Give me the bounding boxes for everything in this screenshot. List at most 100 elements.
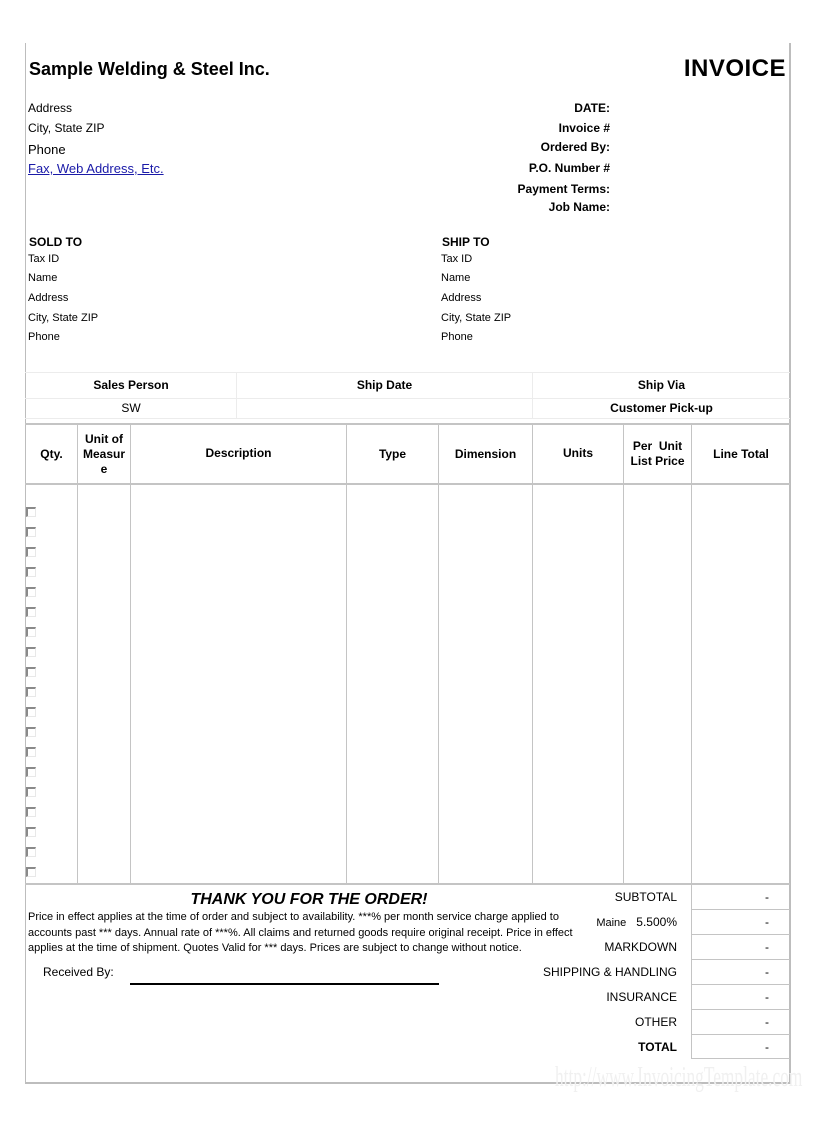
row-checkbox[interactable] [26, 627, 36, 637]
company-name: Sample Welding & Steel Inc. [29, 59, 270, 79]
column-header-dimension[interactable]: Dimension [439, 425, 532, 483]
column-divider [623, 424, 624, 884]
row-checkbox[interactable] [26, 527, 36, 537]
column-header-description[interactable]: Description [131, 425, 346, 481]
price-line-2: List Price [630, 454, 685, 468]
tax-rate[interactable]: 5.500% [636, 915, 677, 929]
row-checkbox[interactable] [26, 567, 36, 577]
tax-value[interactable]: - [692, 915, 789, 929]
row-checkbox[interactable] [26, 667, 36, 677]
column-divider [130, 424, 131, 884]
column-header-per-unit-list-price[interactable]: Per Unit List Price [624, 425, 691, 483]
received-by-label: Received By: [43, 965, 114, 979]
ship-to-name: Name [441, 272, 471, 284]
row-checkbox[interactable] [26, 767, 36, 777]
ordered-by-label: Ordered By: [540, 140, 610, 154]
ship-to-address: Address [441, 292, 482, 304]
ship-to-city: City, State ZIP [441, 312, 512, 324]
tax-row: Maine 5.500% [440, 915, 677, 929]
column-divider [691, 424, 692, 884]
sales-person-value[interactable]: SW [26, 401, 236, 415]
column-header-qty-label: Qty. [40, 446, 63, 461]
job-name-label: Job Name: [548, 200, 610, 214]
company-phone: Phone [28, 142, 66, 157]
row-checkbox[interactable] [26, 647, 36, 657]
totals-divider [691, 909, 790, 910]
table-border-bottom [25, 883, 790, 885]
column-divider [77, 424, 78, 884]
page-frame-left [25, 43, 26, 1084]
ship-to-tax-id: Tax ID [441, 253, 473, 265]
column-header-type-label: Type [378, 446, 407, 461]
sold-to-tax-id: Tax ID [28, 253, 60, 265]
ship-via-value[interactable]: Customer Pick-up [533, 401, 790, 415]
other-value[interactable]: - [692, 1015, 789, 1029]
column-header-line-total-label: Line Total [713, 446, 769, 461]
sold-to-address: Address [28, 292, 69, 304]
date-label: DATE: [574, 101, 610, 115]
row-checkbox[interactable] [26, 587, 36, 597]
column-header-unit-of-measure[interactable]: Unit of Measur e [78, 425, 130, 483]
totals-divider [691, 984, 790, 985]
subtotal-label: SUBTOTAL [614, 890, 677, 904]
row-checkbox[interactable] [26, 507, 36, 517]
sold-to-phone: Phone [28, 331, 60, 343]
row-checkbox[interactable] [26, 547, 36, 557]
sold-to-city: City, State ZIP [28, 312, 99, 324]
column-divider [438, 424, 439, 884]
column-header-dimension-label: Dimension [454, 446, 517, 461]
row-checkbox[interactable] [26, 687, 36, 697]
row-checkbox[interactable] [26, 707, 36, 717]
totals-divider [691, 1034, 790, 1035]
sold-to-name: Name [28, 272, 58, 284]
column-divider [532, 424, 533, 884]
row-checkbox[interactable] [26, 747, 36, 757]
row-checkbox[interactable] [26, 727, 36, 737]
ship-to-phone: Phone [441, 331, 473, 343]
watermark: http://www.InvoicingTemplate.com [555, 1062, 803, 1093]
signature-line[interactable] [130, 983, 439, 985]
other-label: OTHER [635, 1015, 677, 1029]
shipping-handling-label: SHIPPING & HANDLING [542, 965, 677, 979]
row-checkbox[interactable] [26, 847, 36, 857]
uom-line-2: Measur [82, 446, 126, 461]
payment-terms-label: Payment Terms: [517, 182, 610, 196]
row-checkbox[interactable] [26, 867, 36, 877]
total-value[interactable]: - [692, 1040, 789, 1054]
totals-divider [691, 1009, 790, 1010]
strip-divider [25, 418, 790, 419]
company-address: Address [28, 101, 73, 115]
insurance-label: INSURANCE [606, 990, 677, 1004]
company-contact-link[interactable]: Fax, Web Address, Etc. [28, 161, 164, 176]
total-label: TOTAL [638, 1040, 677, 1054]
row-checkbox[interactable] [26, 827, 36, 837]
po-number-label: P.O. Number # [528, 161, 610, 175]
column-header-line-total[interactable]: Line Total [692, 425, 790, 483]
column-header-units[interactable]: Units [533, 425, 623, 481]
totals-divider [691, 959, 790, 960]
ship-via-header: Ship Via [637, 378, 686, 392]
markdown-value[interactable]: - [692, 940, 789, 954]
strip-divider [25, 372, 790, 373]
column-header-description-label: Description [205, 445, 272, 460]
price-line-1: Per Unit [632, 439, 683, 453]
page-frame-right [789, 43, 791, 1084]
ship-date-header: Ship Date [356, 378, 413, 392]
shipping-handling-value[interactable]: - [692, 965, 789, 979]
tax-state[interactable]: Maine [596, 917, 626, 929]
insurance-value[interactable]: - [692, 990, 789, 1004]
row-checkbox[interactable] [26, 787, 36, 797]
sold-to-title: SOLD TO [29, 235, 83, 249]
row-checkbox[interactable] [26, 607, 36, 617]
invoice-number-label: Invoice # [558, 121, 610, 135]
document-title: INVOICE [683, 55, 786, 82]
column-header-qty[interactable]: Qty. [26, 425, 77, 483]
subtotal-value[interactable]: - [692, 890, 789, 904]
table-header-bottom [25, 483, 790, 485]
uom-line-3: e [100, 461, 108, 476]
column-header-units-label: Units [563, 445, 593, 460]
column-header-type[interactable]: Type [347, 425, 438, 483]
row-checkbox[interactable] [26, 807, 36, 817]
ship-to-title: SHIP TO [442, 235, 490, 249]
totals-divider [691, 1058, 790, 1059]
